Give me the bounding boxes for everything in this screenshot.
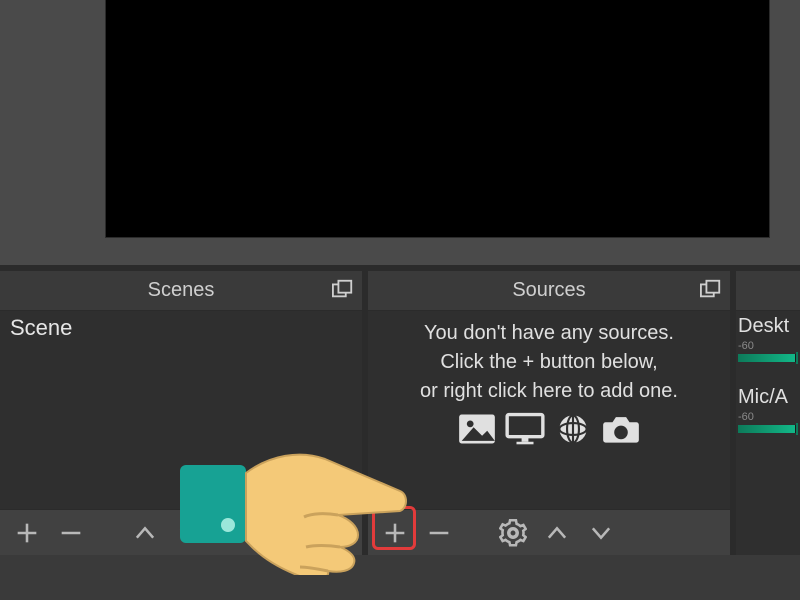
mixer-scale-mark: -60 [738, 340, 754, 352]
sources-title: Sources [512, 279, 585, 302]
image-source-icon [456, 412, 498, 446]
mixer-scale-mark: -60 [738, 411, 754, 423]
scenes-list[interactable]: Scene [0, 311, 362, 509]
source-properties-button[interactable] [496, 516, 530, 550]
move-source-up-button[interactable] [540, 516, 574, 550]
mixer-header [736, 271, 800, 311]
display-source-icon [504, 412, 546, 446]
sources-empty-line: Click the + button below, [374, 348, 724, 377]
scene-item[interactable]: Scene [0, 311, 362, 345]
scenes-header: Scenes [0, 271, 362, 311]
browser-source-icon [552, 412, 594, 446]
mixer-item[interactable]: Mic/A -60 [738, 386, 798, 433]
sources-panel: Sources You don't have any sources. Clic… [368, 271, 730, 555]
mixer-item-label: Deskt [738, 315, 798, 338]
mixer-item-label: Mic/A [738, 386, 798, 409]
audio-mixer-panel: Deskt -60 -5 Mic/A -60 [736, 271, 800, 555]
scenes-panel: Scenes Scene [0, 271, 362, 555]
sources-empty-line: or right click here to add one. [374, 377, 724, 406]
sources-toolbar [368, 509, 730, 555]
popout-icon[interactable] [332, 279, 354, 299]
remove-scene-button[interactable] [54, 516, 88, 550]
bottom-panels: Scenes Scene [0, 271, 800, 555]
app-root: Scenes Scene [0, 0, 800, 600]
camera-source-icon [600, 412, 642, 446]
bottom-bar [0, 555, 800, 600]
add-source-button[interactable] [378, 516, 412, 550]
scenes-toolbar [0, 509, 362, 555]
mixer-scale: -60 [738, 411, 798, 423]
sources-header: Sources [368, 271, 730, 311]
preview-canvas[interactable] [105, 0, 770, 238]
mixer-meter [738, 354, 798, 362]
mixer-meter [738, 425, 798, 433]
popout-icon[interactable] [700, 279, 722, 299]
mixer-item[interactable]: Deskt -60 -5 [738, 315, 798, 362]
move-scene-down-button[interactable] [172, 516, 206, 550]
preview-area [0, 0, 800, 265]
remove-source-button[interactable] [422, 516, 456, 550]
mixer-body: Deskt -60 -5 Mic/A -60 [736, 311, 800, 555]
scenes-title: Scenes [148, 279, 215, 302]
source-type-icons [374, 412, 724, 446]
add-scene-button[interactable] [10, 516, 44, 550]
mixer-scale: -60 -5 [738, 340, 798, 352]
move-scene-up-button[interactable] [128, 516, 162, 550]
sources-list[interactable]: You don't have any sources. Click the + … [368, 311, 730, 509]
move-source-down-button[interactable] [584, 516, 618, 550]
sources-empty-state: You don't have any sources. Click the + … [368, 311, 730, 450]
sources-empty-line: You don't have any sources. [374, 319, 724, 348]
